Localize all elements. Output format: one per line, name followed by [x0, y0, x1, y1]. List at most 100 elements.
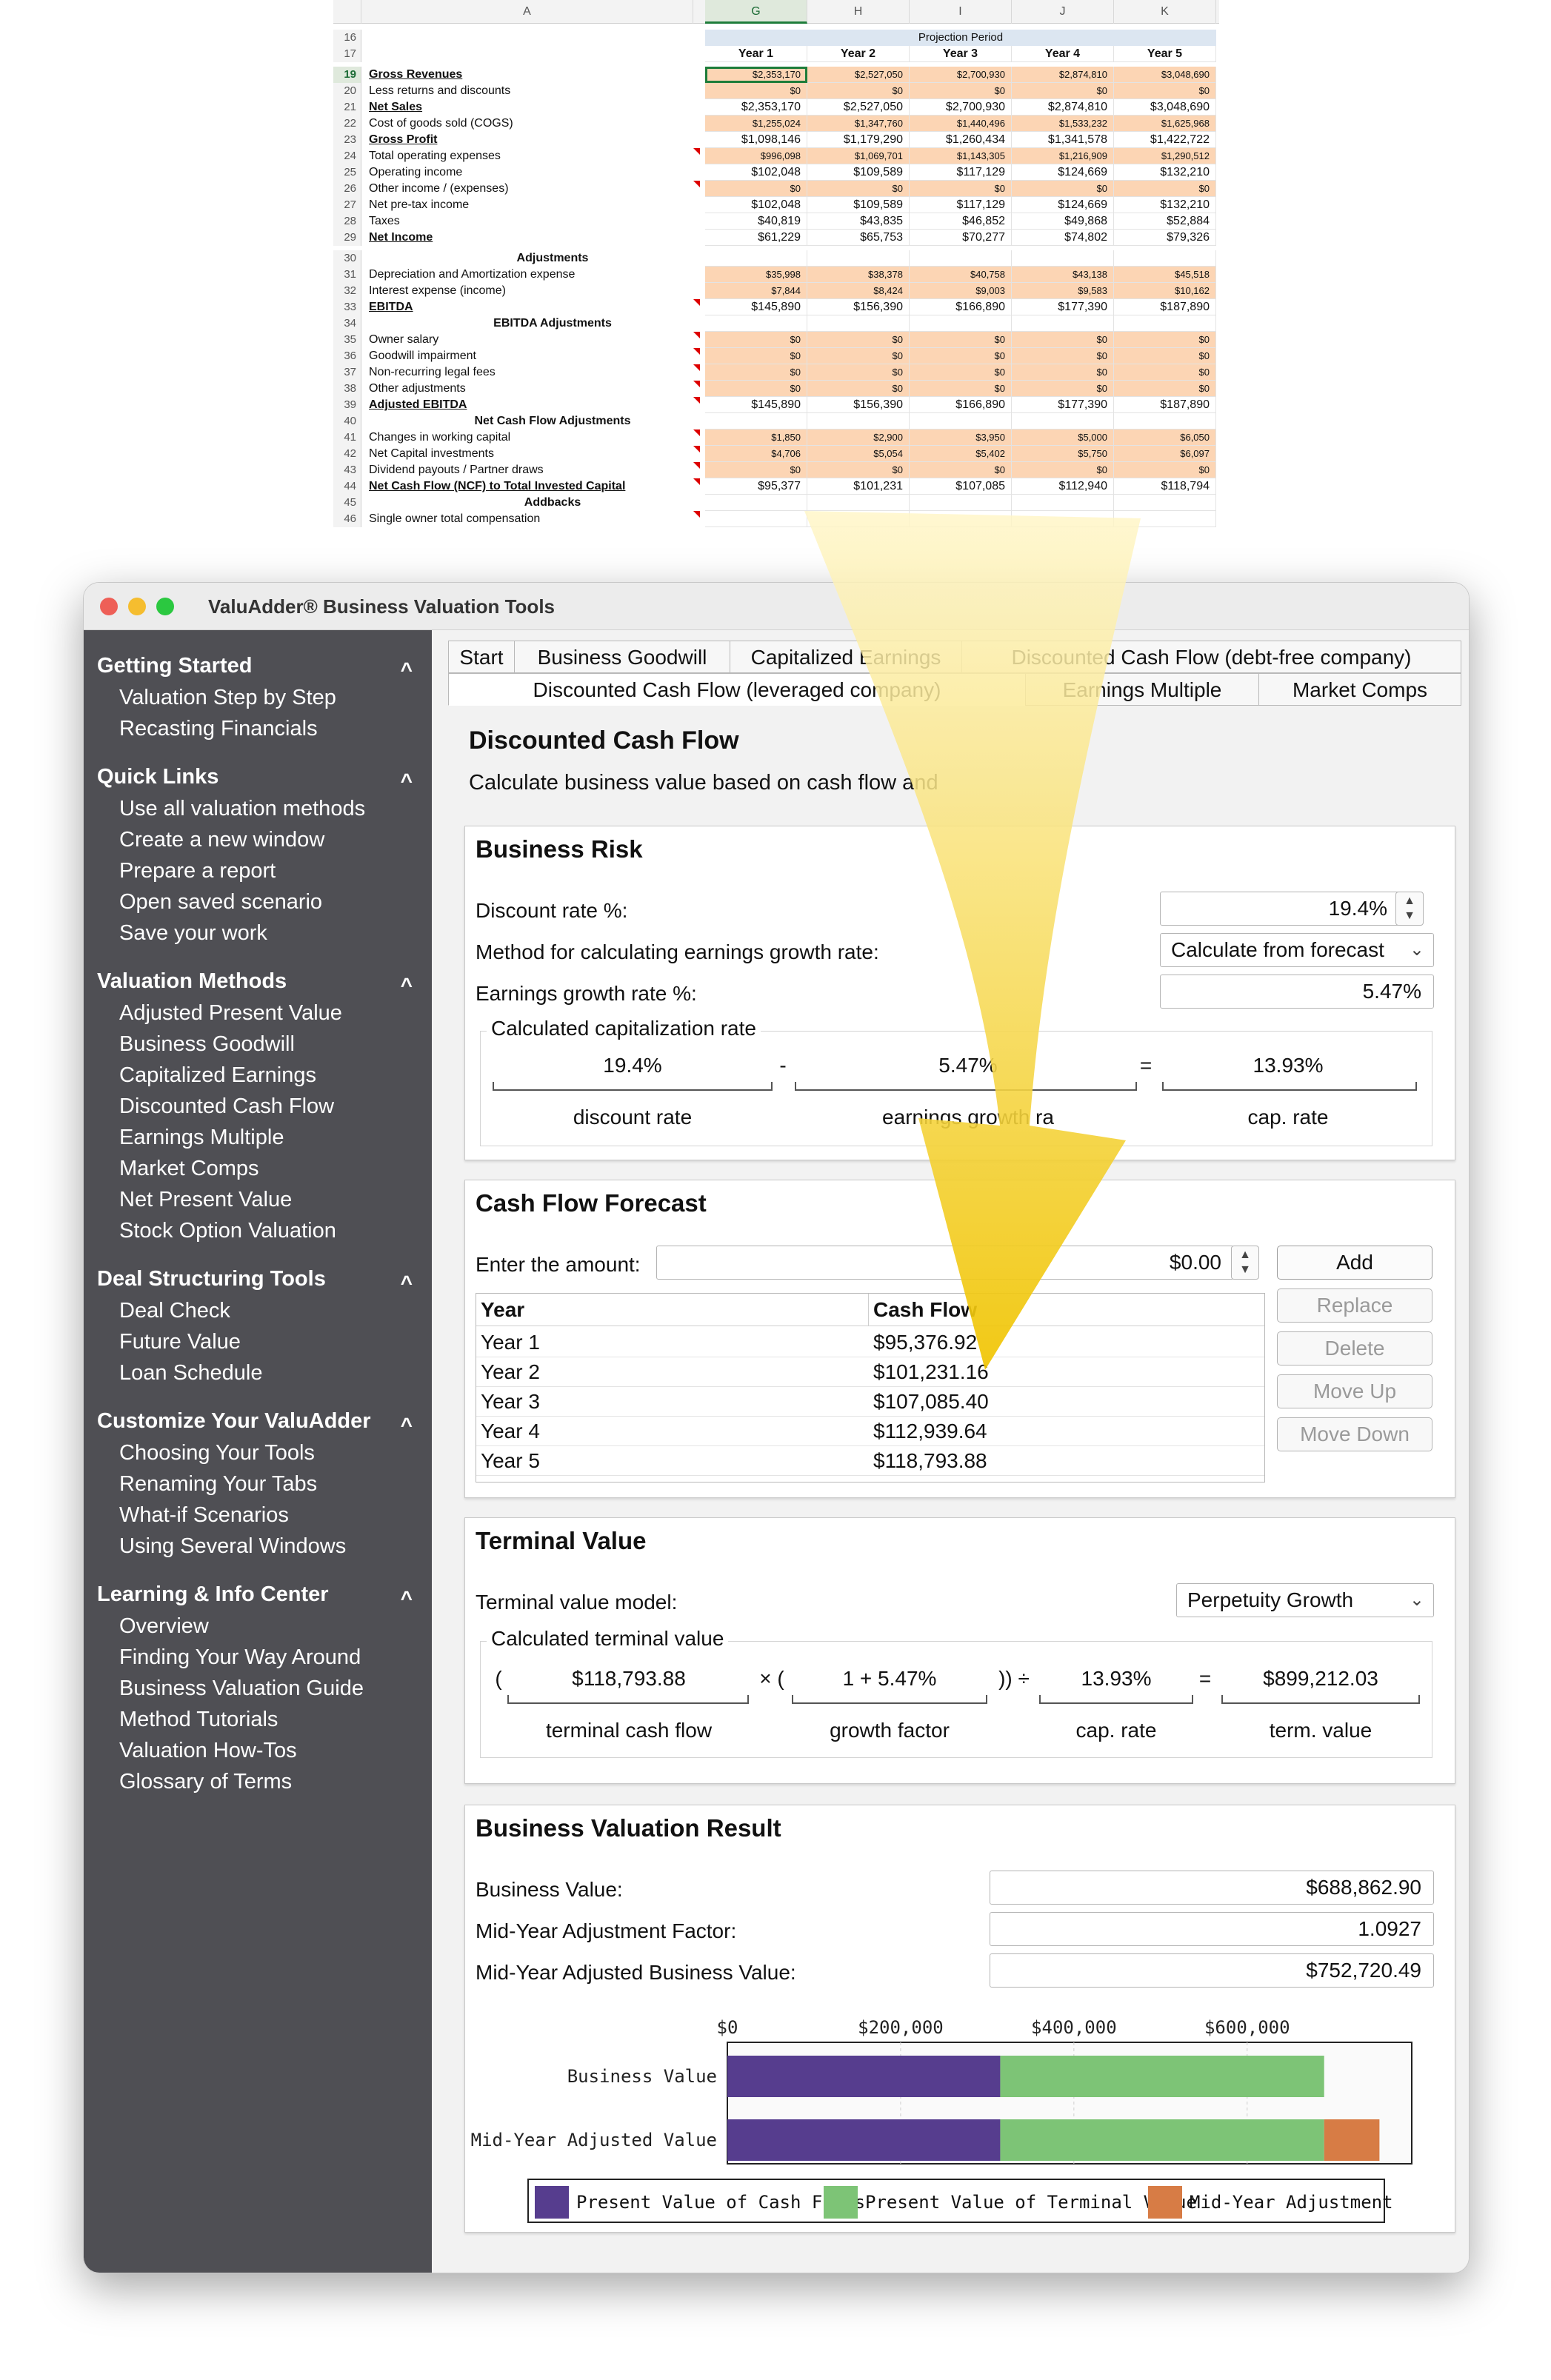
sidebar-item[interactable]: Adjusted Present Value	[84, 997, 432, 1029]
sheet-cell[interactable]: $1,625,968	[1114, 116, 1216, 132]
sheet-row-label[interactable]: EBITDA Adjustments	[366, 315, 736, 332]
sheet-cell[interactable]: $65,753	[807, 230, 910, 246]
sheet-cell[interactable]	[1114, 250, 1216, 267]
row-number[interactable]: 16	[333, 30, 361, 46]
sidebar-item[interactable]: Business Goodwill	[84, 1029, 432, 1060]
row-number[interactable]: 40	[333, 413, 361, 429]
sheet-cell[interactable]: $1,850	[705, 429, 807, 446]
row-number[interactable]: 22	[333, 116, 361, 132]
row-number[interactable]: 33	[333, 299, 361, 315]
sheet-row-label[interactable]: Addbacks	[366, 495, 736, 511]
minimize-window-button[interactable]	[128, 598, 146, 615]
sheet-row-label[interactable]: Goodwill impairment	[366, 348, 736, 364]
sidebar-item[interactable]: Business Valuation Guide	[84, 1673, 432, 1704]
sheet-cell[interactable]: $0	[807, 348, 910, 364]
sheet-row-label[interactable]: Owner salary	[366, 332, 736, 348]
sheet-row-label[interactable]: Net Cash Flow Adjustments	[366, 413, 736, 429]
sheet-row-label[interactable]: Net Capital investments	[366, 446, 736, 462]
sheet-cell[interactable]: $166,890	[910, 299, 1012, 315]
comment-indicator-icon[interactable]	[693, 181, 700, 187]
row-number[interactable]: 34	[333, 315, 361, 332]
sheet-cell[interactable]: $70,277	[910, 230, 1012, 246]
sheet-cell[interactable]: $177,390	[1012, 299, 1114, 315]
sheet-cell[interactable]: $1,216,909	[1012, 148, 1114, 164]
sheet-cell[interactable]	[1114, 495, 1216, 511]
sheet-row-label[interactable]: Adjustments	[366, 250, 736, 267]
sidebar-item[interactable]: Market Comps	[84, 1153, 432, 1184]
sheet-row-label[interactable]: Taxes	[366, 213, 736, 230]
sheet-cell[interactable]	[1114, 315, 1216, 332]
table-row[interactable]: Year 4 $112,939.64	[476, 1417, 1264, 1446]
sheet-cell[interactable]: $101,231	[807, 478, 910, 495]
sheet-row-label[interactable]: Operating income	[366, 164, 736, 181]
sheet-cell[interactable]: $1,255,024	[705, 116, 807, 132]
comment-indicator-icon[interactable]	[693, 148, 700, 155]
sheet-cell[interactable]: Year 1	[705, 46, 807, 62]
discount-rate-field[interactable]: 19.4%	[1160, 892, 1400, 926]
sidebar-item[interactable]: Recasting Financials	[84, 713, 432, 744]
sheet-cell[interactable]: $2,527,050	[807, 99, 910, 116]
sheet-cell[interactable]: $9,583	[1012, 283, 1114, 299]
sidebar-item[interactable]: Valuation How-Tos	[84, 1735, 432, 1766]
sheet-cell[interactable]: $0	[1012, 181, 1114, 197]
sheet-cell[interactable]: $2,874,810	[1012, 67, 1114, 83]
sheet-cell[interactable]: $3,048,690	[1114, 67, 1216, 83]
sheet-cell[interactable]: $1,341,578	[1012, 132, 1114, 148]
move-up-button[interactable]: Move Up	[1277, 1374, 1432, 1408]
row-number[interactable]: 45	[333, 495, 361, 511]
sidebar-item[interactable]: Finding Your Way Around	[84, 1642, 432, 1673]
row-number[interactable]: 23	[333, 132, 361, 148]
sidebar-item[interactable]: Renaming Your Tabs	[84, 1468, 432, 1500]
sheet-cell[interactable]: $0	[1114, 364, 1216, 381]
row-number[interactable]: 43	[333, 462, 361, 478]
growth-method-select[interactable]: Calculate from forecast ⌄	[1160, 933, 1434, 967]
sheet-cell[interactable]: $0	[1114, 381, 1216, 397]
sidebar-item[interactable]: What-if Scenarios	[84, 1500, 432, 1531]
row-number[interactable]: 39	[333, 397, 361, 413]
sheet-cell[interactable]: $0	[1114, 181, 1216, 197]
sidebar-item[interactable]: Future Value	[84, 1326, 432, 1357]
comment-indicator-icon[interactable]	[693, 397, 700, 404]
sidebar-section-header[interactable]: Customize Your ValuAdder ^	[84, 1405, 432, 1437]
tab-dcf-debt-free[interactable]: Discounted Cash Flow (debt-free company)	[961, 641, 1461, 673]
sheet-cell[interactable]: $61,229	[705, 230, 807, 246]
table-row[interactable]: Year 1 $95,376.92	[476, 1328, 1264, 1357]
sheet-cell[interactable]: $0	[910, 381, 1012, 397]
sheet-cell[interactable]: $8,424	[807, 283, 910, 299]
sidebar-item[interactable]: Use all valuation methods	[84, 793, 432, 824]
sheet-cell[interactable]: $40,758	[910, 267, 1012, 283]
sheet-cell[interactable]: $0	[1012, 462, 1114, 478]
sheet-cell[interactable]: $38,378	[807, 267, 910, 283]
sheet-cell[interactable]: $1,069,701	[807, 148, 910, 164]
sheet-cell[interactable]: $0	[807, 332, 910, 348]
sidebar-item[interactable]: Create a new window	[84, 824, 432, 855]
sheet-cell[interactable]: $2,527,050	[807, 67, 910, 83]
sheet-cell[interactable]: $117,129	[910, 197, 1012, 213]
corner-cell[interactable]	[333, 0, 361, 24]
comment-indicator-icon[interactable]	[693, 381, 700, 387]
row-number[interactable]: 29	[333, 230, 361, 246]
row-number[interactable]: 44	[333, 478, 361, 495]
column-header-year[interactable]: Year	[476, 1294, 869, 1326]
sidebar-item[interactable]: Overview	[84, 1611, 432, 1642]
sheet-cell[interactable]: $52,884	[1114, 213, 1216, 230]
row-number[interactable]: 21	[333, 99, 361, 116]
sheet-cell[interactable]: $1,422,722	[1114, 132, 1216, 148]
sheet-row-label[interactable]: Net Cash Flow (NCF) to Total Invested Ca…	[366, 478, 736, 495]
sheet-cell[interactable]: $0	[807, 364, 910, 381]
sidebar-item[interactable]: Earnings Multiple	[84, 1122, 432, 1153]
sheet-cell[interactable]: $0	[1012, 381, 1114, 397]
sheet-cell[interactable]: $156,390	[807, 299, 910, 315]
sheet-cell[interactable]: $0	[807, 83, 910, 99]
sheet-cell[interactable]: $2,700,930	[910, 99, 1012, 116]
sheet-cell[interactable]: $109,589	[807, 197, 910, 213]
tab-start[interactable]: Start	[448, 641, 515, 673]
chevron-up-icon[interactable]: ^	[401, 969, 413, 1002]
sheet-cell[interactable]: $1,533,232	[1012, 116, 1114, 132]
sheet-row-label[interactable]: Other income / (expenses)	[366, 181, 736, 197]
sidebar-item[interactable]: Deal Check	[84, 1295, 432, 1326]
sheet-cell[interactable]: $0	[705, 83, 807, 99]
growth-rate-field[interactable]: 5.47%	[1160, 975, 1434, 1009]
column-header-a[interactable]: A	[361, 0, 693, 24]
sidebar-item[interactable]: Loan Schedule	[84, 1357, 432, 1388]
